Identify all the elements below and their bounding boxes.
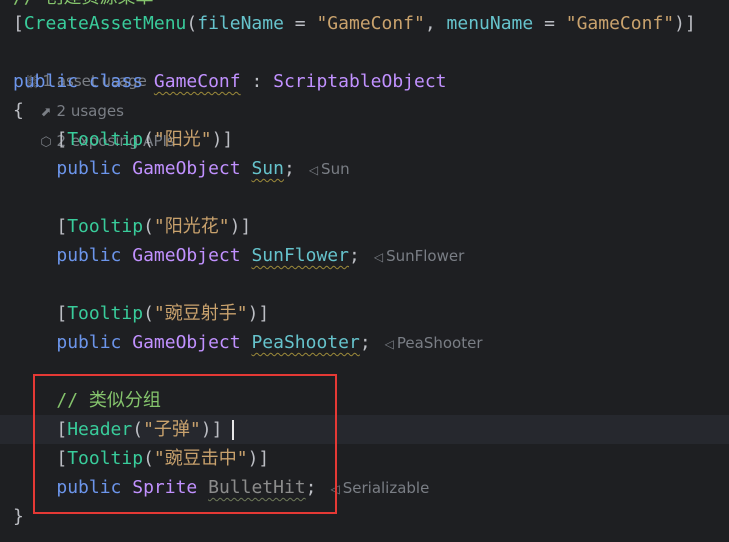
- field-line[interactable]: public GameObject Sun; ◁ Sun: [13, 154, 350, 183]
- class-name[interactable]: GameConf: [154, 71, 241, 92]
- class-declaration-line[interactable]: public class GameConf : ScriptableObject: [13, 67, 447, 96]
- create-asset-menu-line[interactable]: [CreateAssetMenu(fileName = "GameConf", …: [13, 9, 696, 38]
- unity-inlay-hint[interactable]: ◁ Serializable: [331, 479, 430, 497]
- field-line[interactable]: public GameObject PeaShooter; ◁ PeaShooter: [13, 328, 483, 357]
- unity-icon: ◁: [384, 337, 394, 351]
- field-name[interactable]: PeaShooter: [251, 332, 359, 353]
- unity-icon: ◁: [373, 250, 384, 264]
- field-name[interactable]: SunFlower: [251, 245, 349, 266]
- tooltip-line[interactable]: [Tooltip("阳光")]: [13, 125, 233, 154]
- usage-hints: ⛓1 asset usage ⬈ 2 usages ⬡ 2 exposing API…: [15, 38, 175, 150]
- unity-inlay-hint[interactable]: ◁ PeaShooter: [385, 334, 483, 352]
- field-name[interactable]: Sun: [251, 158, 284, 179]
- param-menuname: menuName: [446, 13, 534, 34]
- attribute-name[interactable]: CreateAssetMenu: [24, 13, 187, 34]
- tooltip-line[interactable]: [Tooltip("豌豆射手")]: [13, 299, 269, 328]
- base-class[interactable]: ScriptableObject: [273, 71, 446, 92]
- comment-text: // 创建资源菜单: [13, 0, 154, 8]
- usages-link[interactable]: ⬈ 2 usages: [39, 102, 124, 120]
- unity-inlay-hint[interactable]: ◁ SunFlower: [374, 247, 464, 265]
- usages-icon: ⬈: [40, 105, 52, 120]
- string-value: "GameConf": [316, 13, 425, 34]
- unity-inlay-hint[interactable]: ◁ Sun: [309, 160, 350, 178]
- tooltip-line[interactable]: [Tooltip("阳光花")]: [13, 212, 251, 241]
- field-line[interactable]: public GameObject SunFlower; ◁ SunFlower: [13, 241, 464, 270]
- param-filename: fileName: [197, 13, 284, 34]
- unity-icon: ◁: [308, 163, 319, 177]
- open-brace-line: {: [13, 100, 24, 121]
- string-value: "GameConf": [565, 13, 675, 34]
- close-brace-line: }: [13, 506, 24, 527]
- highlight-box: [33, 374, 337, 514]
